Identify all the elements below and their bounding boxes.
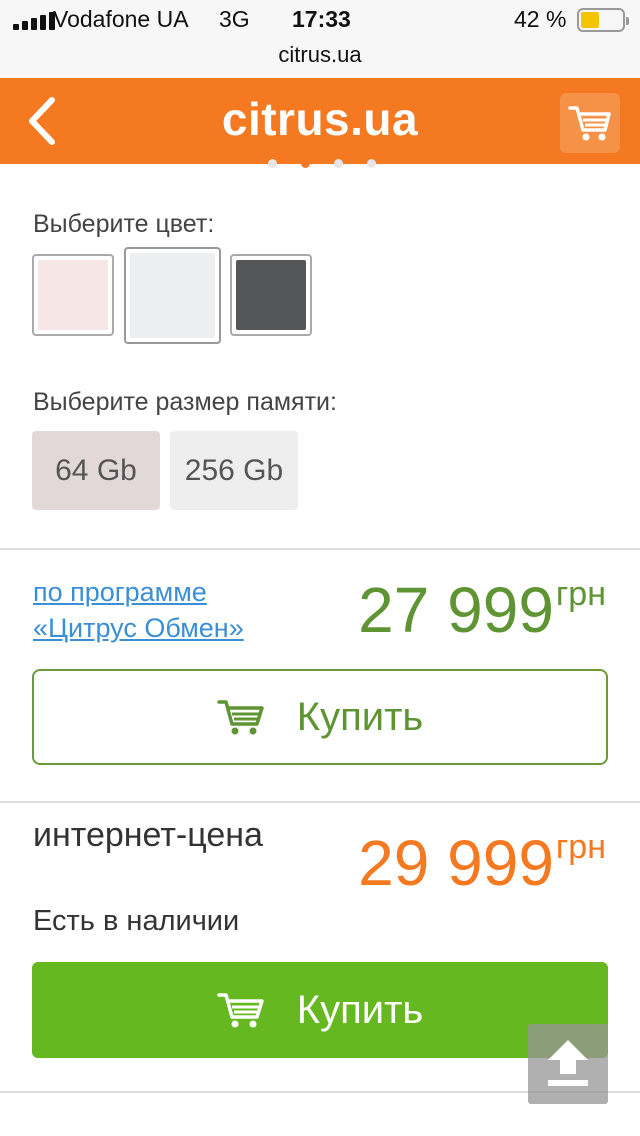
- internet-price-currency: грн: [555, 828, 606, 866]
- memory-picker-label: Выберите размер памяти:: [33, 388, 337, 416]
- status-bar: Vodafone UA 3G 17:33 42 % citrus.ua: [0, 0, 640, 78]
- scroll-to-top-button[interactable]: [528, 1024, 608, 1104]
- network-type: 3G: [219, 6, 250, 32]
- battery-percent: 42 %: [514, 6, 567, 32]
- internet-price-value: 29 999: [358, 827, 554, 899]
- buy-label: Купить: [296, 987, 424, 1032]
- carousel-dot[interactable]: [268, 159, 277, 168]
- buy-exchange-label: Купить: [296, 694, 424, 739]
- exchange-price-currency: грн: [555, 575, 606, 613]
- cart-icon: [217, 993, 264, 1028]
- carousel-dot[interactable]: [334, 159, 343, 168]
- carousel-dot[interactable]: [367, 159, 376, 168]
- exchange-link-line1: по программе: [33, 577, 207, 607]
- cart-icon: [217, 700, 264, 735]
- stock-status: Есть в наличии: [33, 905, 240, 937]
- exchange-link-line2: «Цитрус Обмен»: [33, 613, 244, 643]
- internet-price-label: интернет-цена: [33, 816, 263, 854]
- battery-icon: [577, 8, 629, 32]
- section-divider: [0, 548, 640, 550]
- site-header: citrus.ua: [0, 78, 640, 164]
- section-divider: [0, 801, 640, 803]
- signal-icon: [13, 12, 55, 30]
- buy-button[interactable]: Купить: [32, 962, 608, 1058]
- carousel-dots: [268, 159, 376, 168]
- exchange-price: 27 999 грн: [358, 573, 606, 647]
- memory-option-64[interactable]: 64 Gb: [32, 431, 160, 510]
- site-logo[interactable]: citrus.ua: [0, 92, 640, 146]
- exchange-program-link[interactable]: по программе «Цитрус Обмен»: [33, 574, 244, 646]
- carousel-dot-active[interactable]: [301, 159, 310, 168]
- color-swatch-silver[interactable]: [124, 247, 221, 344]
- cart-icon: [568, 106, 611, 141]
- internet-price: 29 999 грн: [358, 826, 606, 900]
- upload-arrow-icon: [548, 1040, 588, 1086]
- exchange-price-value: 27 999: [358, 574, 554, 646]
- buy-exchange-button[interactable]: Купить: [32, 669, 608, 765]
- clock: 17:33: [292, 6, 351, 32]
- carrier-name: Vodafone UA: [53, 6, 189, 32]
- color-swatch-space-gray[interactable]: [230, 254, 312, 336]
- cart-button[interactable]: [560, 93, 620, 153]
- address-bar-url[interactable]: citrus.ua: [0, 42, 640, 68]
- color-picker-label: Выберите цвет:: [33, 210, 215, 238]
- color-swatch-pink[interactable]: [32, 254, 114, 336]
- memory-option-256[interactable]: 256 Gb: [170, 431, 298, 510]
